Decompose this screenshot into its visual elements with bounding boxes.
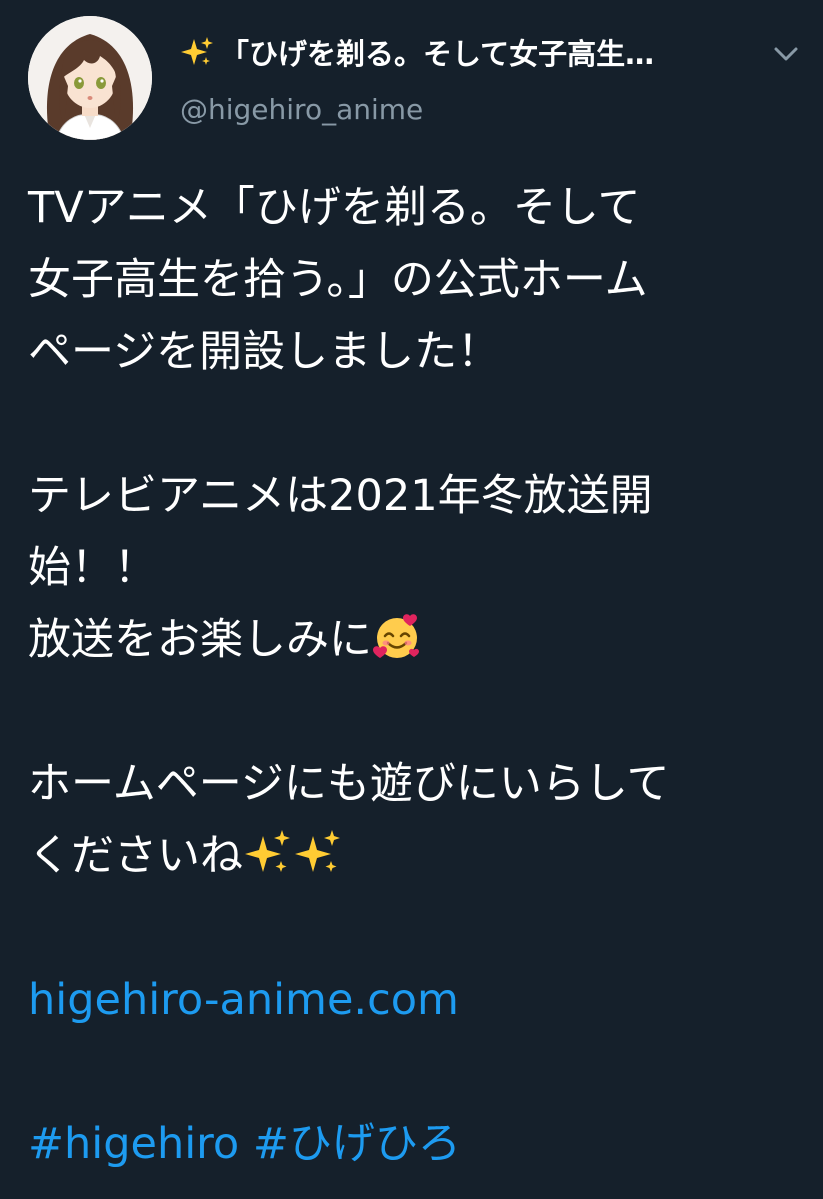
website-link[interactable]: higehiro-anime.com [28,975,459,1025]
chevron-down-icon[interactable] [766,34,806,74]
tweet-line: 始！！ [28,543,157,593]
tweet-line-with-emoji: 放送をお楽しみに [28,604,808,676]
display-name-text: 「ひげを剃る。そして女子高生… [220,37,655,71]
display-name[interactable]: 「ひげを剃る。そして女子高生… [180,32,750,76]
hashtag-link[interactable]: #higehiro [28,1119,239,1169]
tweet-line: 女子高生を拾う。」の公式ホーム [28,255,648,305]
tweet-line-with-emoji: くださいね [28,820,808,892]
sparkles-icon [243,828,293,878]
hashtag-link[interactable]: #ひげひろ [253,1119,461,1169]
tweet-line-text: くださいね [28,831,243,881]
avatar[interactable] [28,16,152,140]
sparkles-icon [293,828,343,878]
user-handle[interactable]: @higehiro_anime [180,88,423,132]
anime-girl-avatar-icon [28,16,152,140]
tweet-line: higehiro-anime.com [28,964,808,1036]
tweet-text: TVアニメ「ひげを剃る。そして 女子高生を拾う。」の公式ホーム ページを開設しま… [28,172,808,1180]
tweet-line: ホームページにも遊びにいらして [28,759,670,809]
tweet-line: TVアニメ「ひげを剃る。そして [28,183,641,233]
tweet-line: ページを開設しました！ [28,327,501,377]
tweet-line: テレビアニメは2021年冬放送開 [28,471,653,521]
tweet-line-text: 放送をお楽しみに [28,615,372,665]
tweet-header: 「ひげを剃る。そして女子高生… @higehiro_anime [0,0,823,150]
smiling-face-with-hearts-icon [372,612,422,662]
hashtag-line: #higehiro #ひげひろ [28,1108,808,1180]
sparkles-icon [180,35,214,69]
